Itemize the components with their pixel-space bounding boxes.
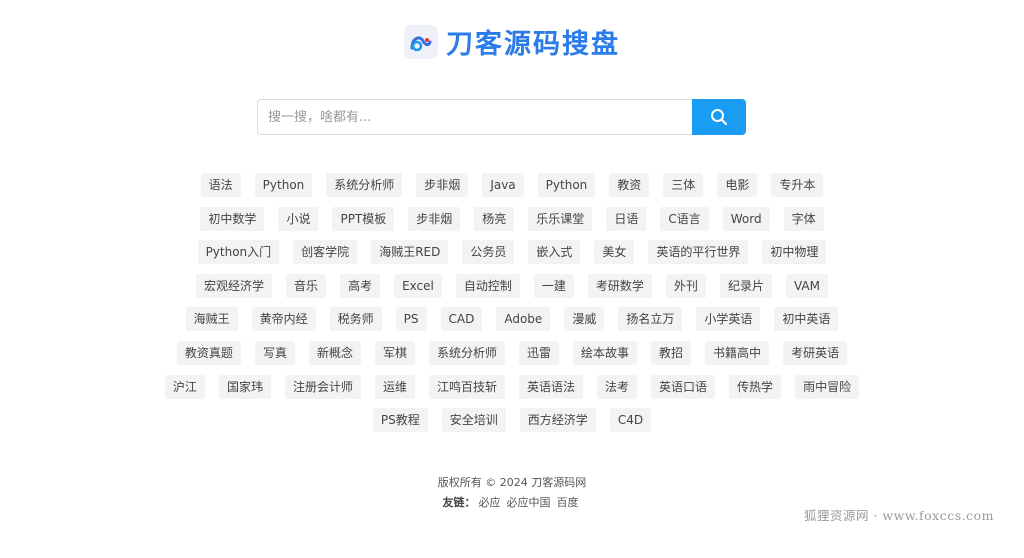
tag-link[interactable]: 西方经济学: [519, 408, 596, 433]
tag-link[interactable]: 考研英语: [783, 340, 848, 365]
tag-link[interactable]: VAM: [785, 273, 828, 298]
tag-row: 沪江 国家玮 注册会计师 运维 江鸣百技斩 英语语法 法考 英语口语 传热学 雨中冒险: [0, 374, 1024, 399]
tag-link[interactable]: Python: [254, 173, 313, 197]
tag-link[interactable]: 专升本: [771, 173, 824, 197]
tag-link[interactable]: Word: [722, 206, 770, 231]
friend-link-bing-china[interactable]: 必应中国: [507, 496, 551, 509]
search-bar: [257, 99, 746, 135]
tag-link[interactable]: Python: [537, 173, 596, 197]
tag-link[interactable]: 小学英语: [696, 307, 761, 332]
tag-link[interactable]: 初中英语: [774, 307, 839, 332]
search-input[interactable]: [257, 99, 692, 135]
tag-link[interactable]: 迅雷: [519, 340, 560, 365]
hot-tags: 语法 Python 系统分析师 步非烟 Java Python 教资 三体 电影 专升本 初中数学小…: [0, 173, 1024, 442]
tag-link[interactable]: 考研数学: [587, 273, 652, 298]
tag-link[interactable]: 国家玮: [218, 374, 271, 399]
tag-row: 海贼王 黄帝内经 税务师 PS CAD Adobe 漫威 扬名立万 小学英语 初中英语: [0, 307, 1024, 332]
tag-link[interactable]: 黄帝内经: [251, 307, 316, 332]
tag-link[interactable]: 音乐: [286, 273, 327, 298]
tag-link[interactable]: 公务员: [462, 240, 515, 265]
tag-link[interactable]: 写真: [254, 340, 295, 365]
tag-link[interactable]: 自动控制: [455, 273, 520, 298]
tag-link[interactable]: 美女: [594, 240, 635, 265]
tag-link[interactable]: 教资真题: [176, 340, 241, 365]
tag-link[interactable]: 一建: [533, 273, 574, 298]
tag-link[interactable]: 教招: [651, 340, 692, 365]
page: 刀客源码搜盘 语法Python系统分析师步非烟JavaPython教资三体电影专…: [0, 0, 1024, 558]
tag-link[interactable]: 小说: [278, 206, 319, 231]
tag-link[interactable]: 乐乐课堂: [528, 206, 593, 231]
brand-name: 刀客源码搜盘: [446, 29, 620, 60]
tag-link[interactable]: 英语语法: [519, 374, 584, 399]
tag-link[interactable]: CAD: [440, 307, 483, 332]
tag-link[interactable]: 绘本故事: [573, 340, 638, 365]
tag-link[interactable]: PS教程: [372, 408, 428, 433]
copyright-text: 版权所有 © 2024 刀客源码网: [437, 476, 587, 489]
tag-row: 语法 Python 系统分析师 步非烟 Java Python 教资 三体 电影 专升本: [0, 173, 1024, 197]
tag-link[interactable]: 漫威: [564, 307, 605, 332]
watermark: 狐狸资源网 · www.foxccs.com: [804, 508, 994, 523]
tag-link[interactable]: 外刊: [665, 273, 706, 298]
tag-link[interactable]: 电影: [717, 173, 758, 197]
search-button[interactable]: [692, 99, 746, 135]
friend-links-label: 友链：: [442, 496, 476, 509]
tag-row: 宏观经济学 音乐 高考 Excel 自动控制 一建 考研数学 外刊 纪录片 VAM: [0, 273, 1024, 298]
tag-link[interactable]: Excel: [394, 273, 442, 298]
tag-link[interactable]: 海贼王RED: [371, 240, 449, 265]
tag-link[interactable]: PS: [395, 307, 427, 332]
tag-link[interactable]: 英语口语: [651, 374, 716, 399]
tag-link[interactable]: 初中物理: [762, 240, 827, 265]
tag-link[interactable]: 法考: [597, 374, 638, 399]
tag-link[interactable]: 三体: [663, 173, 704, 197]
tag-link[interactable]: 步非烟: [408, 206, 461, 231]
tag-row: PS教程 安全培训 西方经济学 C4D: [0, 408, 1024, 433]
tag-link[interactable]: 日语: [606, 206, 647, 231]
tag-link[interactable]: Python入门: [197, 240, 280, 265]
tag-link[interactable]: 系统分析师: [326, 173, 403, 197]
tag-link[interactable]: 雨中冒险: [795, 374, 860, 399]
tag-link[interactable]: 江鸣百技斩: [428, 374, 505, 399]
tag-link[interactable]: 新概念: [308, 340, 361, 365]
tag-link[interactable]: C语言: [660, 206, 709, 231]
tag-link[interactable]: 运维: [374, 374, 415, 399]
tag-link[interactable]: 传热学: [729, 374, 782, 399]
brand-logo-icon: [404, 24, 438, 59]
tag-link[interactable]: 纪录片: [719, 273, 772, 298]
tag-row: 教资真题 写真 新概念 军棋 系统分析师 迅雷 绘本故事 教招 书籍高中 考研英语: [0, 340, 1024, 365]
tag-link[interactable]: 教资: [609, 173, 650, 197]
tag-link[interactable]: 税务师: [329, 307, 382, 332]
tag-link[interactable]: 安全培训: [441, 408, 506, 433]
tag-link[interactable]: Java: [482, 173, 524, 197]
tag-link[interactable]: 初中数学: [200, 206, 265, 231]
site-logo[interactable]: 刀客源码搜盘: [0, 22, 1024, 61]
tag-link[interactable]: 系统分析师: [428, 340, 505, 365]
tag-link[interactable]: 宏观经济学: [196, 273, 273, 298]
tag-link[interactable]: 海贼王: [185, 307, 238, 332]
tag-link[interactable]: Adobe: [496, 307, 551, 332]
tag-link[interactable]: 杨亮: [474, 206, 515, 231]
friend-link-bing[interactable]: 必应: [479, 496, 501, 509]
tag-link[interactable]: 书籍高中: [705, 340, 770, 365]
tag-row: 初中数学 小说 PPT模板 步非烟 杨亮 乐乐课堂 日语 C语言 Word 字体: [0, 206, 1024, 231]
tag-link[interactable]: 注册会计师: [284, 374, 361, 399]
tag-link[interactable]: 字体: [783, 206, 824, 231]
tag-link[interactable]: PPT模板: [332, 206, 395, 231]
tag-link[interactable]: 步非烟: [416, 173, 469, 197]
tag-link[interactable]: 英语的平行世界: [648, 240, 749, 265]
tag-link[interactable]: 语法: [200, 173, 241, 197]
search-icon: [711, 109, 728, 126]
tag-row: Python入门 创客学院 海贼王RED 公务员 嵌入式 美女 英语的平行世界 初中物理: [0, 240, 1024, 265]
tag-link[interactable]: C4D: [609, 408, 652, 433]
friend-link-baidu[interactable]: 百度: [557, 496, 579, 509]
tag-link[interactable]: 沪江: [164, 374, 205, 399]
tag-link[interactable]: 高考: [340, 273, 381, 298]
tag-link[interactable]: 扬名立万: [618, 307, 683, 332]
tag-link[interactable]: 军棋: [374, 340, 415, 365]
tag-link[interactable]: 创客学院: [293, 240, 358, 265]
tag-link[interactable]: 嵌入式: [528, 240, 581, 265]
